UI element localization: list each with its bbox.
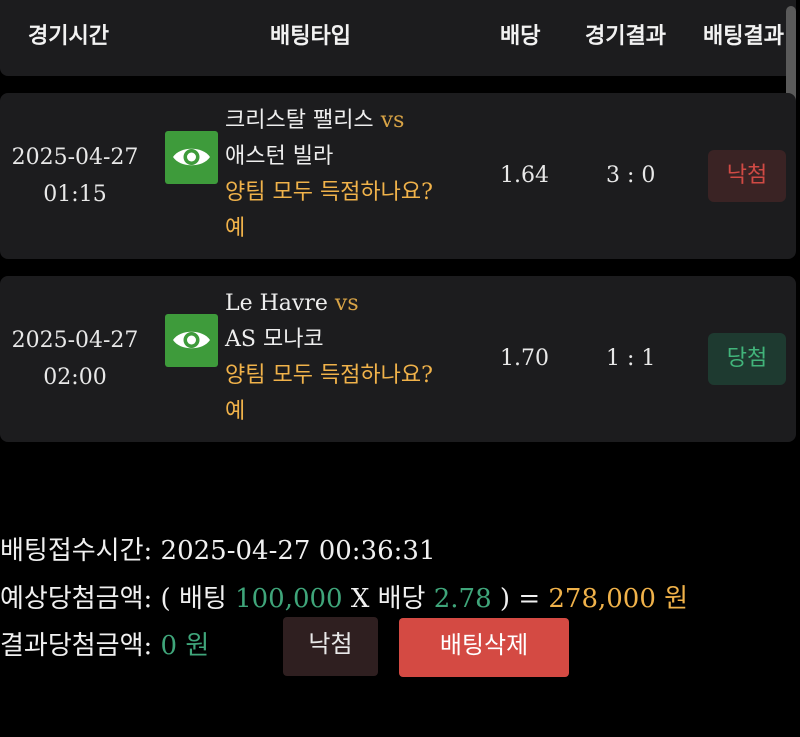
- game-score: 1 : 1: [606, 346, 656, 371]
- match-date: 2025-04-27: [11, 145, 139, 170]
- bet-row: 2025-04-27 01:15 크리스탈 팰리스 vs 애스턴 빌라 양팀 모…: [0, 93, 796, 259]
- status-button[interactable]: 낙첨: [283, 617, 378, 676]
- header-time: 경기시간: [28, 24, 109, 49]
- bet-row: 2025-04-27 02:00 Le Havre vs AS 모나코 양팀 모…: [0, 276, 796, 442]
- game-score: 3 : 0: [606, 163, 656, 188]
- delete-bet-button[interactable]: 배팅삭제: [399, 618, 569, 677]
- expected-open: ( 배팅: [160, 584, 227, 614]
- header-bet-result: 배팅결과: [703, 24, 784, 49]
- home-team: Le Havre: [225, 291, 328, 316]
- match-datetime: 2025-04-27 02:00: [0, 322, 150, 396]
- total-odds: 2.78: [433, 584, 492, 614]
- bet-type: Le Havre vs AS 모나코 양팀 모두 득점하나요? 예: [225, 286, 433, 430]
- expected-close: ) =: [499, 584, 541, 614]
- expected-payout-row: 예상당첨금액: ( 배팅 100,000 X 배당 2.78 ) = 278,0…: [0, 578, 688, 615]
- received-time-value: 2025-04-27 00:36:31: [160, 536, 436, 566]
- eye-icon[interactable]: [165, 131, 218, 184]
- match-datetime: 2025-04-27 01:15: [0, 139, 150, 213]
- bet-question: 양팀 모두 득점하나요?: [225, 180, 433, 205]
- match-date: 2025-04-27: [11, 328, 139, 353]
- expected-amount: 278,000: [548, 584, 656, 614]
- times-odds: X 배당: [350, 584, 426, 614]
- expected-unit: 원: [664, 584, 689, 614]
- received-time-label: 배팅접수시간:: [0, 536, 153, 566]
- match-time: 02:00: [43, 365, 107, 390]
- eye-icon[interactable]: [165, 314, 218, 367]
- header-game-result: 경기결과: [585, 24, 666, 49]
- won-payout-row: 결과당첨금액: 0 원: [0, 625, 209, 662]
- match-time: 01:15: [43, 182, 107, 207]
- away-team: AS 모나코: [225, 327, 324, 352]
- won-amount: 0 원: [160, 631, 210, 661]
- stake-amount: 100,000: [235, 584, 343, 614]
- away-team: 애스턴 빌라: [225, 144, 334, 169]
- header-odds: 배당: [500, 24, 541, 49]
- bet-type: 크리스탈 팰리스 vs 애스턴 빌라 양팀 모두 득점하나요? 예: [225, 103, 433, 247]
- vs-label: vs: [380, 108, 405, 133]
- vs-label: vs: [334, 291, 359, 316]
- won-payout-label: 결과당첨금액:: [0, 631, 153, 661]
- odds-value: 1.70: [500, 346, 549, 371]
- result-badge: 당첨: [708, 333, 786, 385]
- expected-payout-label: 예상당첨금액:: [0, 584, 153, 614]
- bet-pick: 예: [225, 399, 246, 424]
- result-badge: 낙첨: [708, 150, 786, 202]
- odds-value: 1.64: [500, 163, 549, 188]
- table-header: 경기시간 배팅타입 배당 경기결과 배팅결과: [0, 0, 796, 76]
- header-bet-type: 배팅타입: [270, 24, 351, 49]
- received-time-row: 배팅접수시간: 2025-04-27 00:36:31: [0, 530, 436, 567]
- bet-question: 양팀 모두 득점하나요?: [225, 363, 433, 388]
- bet-pick: 예: [225, 216, 246, 241]
- home-team: 크리스탈 팰리스: [225, 108, 374, 133]
